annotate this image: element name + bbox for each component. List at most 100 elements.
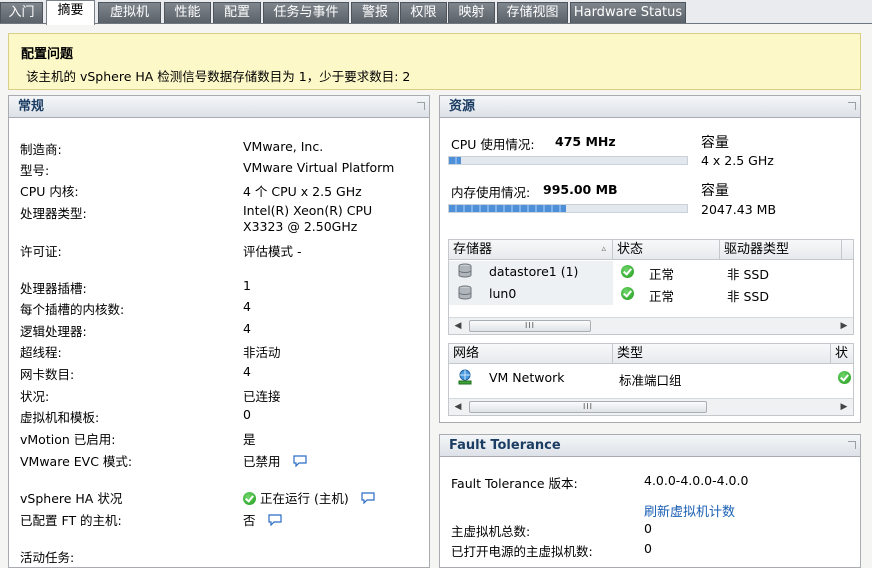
processor-type-value-line2: X3323 @ 2.50GHz: [243, 219, 358, 234]
speech-bubble-icon[interactable]: [292, 455, 307, 470]
memory-usage-bar-fill: [449, 205, 566, 212]
license-label: 许可证:: [20, 244, 62, 259]
ok-status-icon: [621, 286, 634, 301]
evc-mode-value: 已禁用: [243, 454, 281, 469]
tab-hardware-status[interactable]: Hardware Status: [570, 2, 686, 23]
sockets-value: 1: [243, 278, 251, 293]
memory-usage-label: 内存使用情况:: [451, 185, 531, 200]
ft-version-value: 4.0.0-4.0.0-4.0.0: [644, 473, 749, 488]
ha-state-value: 正在运行 (主机): [259, 491, 349, 506]
nic-count-label: 网卡数目:: [20, 367, 75, 382]
config-issue-title: 配置问题: [21, 47, 74, 62]
collapse-icon[interactable]: [417, 102, 425, 110]
logical-processors-value: 4: [243, 321, 251, 336]
speech-bubble-icon[interactable]: [267, 514, 282, 529]
collapse-icon[interactable]: [848, 102, 856, 110]
ok-status-icon: [621, 264, 634, 279]
cpu-usage-bar: [448, 156, 688, 165]
model-value: VMware Virtual Platform: [243, 160, 395, 175]
cpu-usage-bar-fill: [449, 157, 461, 164]
model-label: 型号:: [20, 163, 50, 178]
storage-column-header[interactable]: 存储器 ▵: [449, 240, 613, 260]
processor-type-label: 处理器类型:: [20, 206, 87, 221]
network-status-column-header[interactable]: 状: [831, 344, 853, 364]
network-horizontal-scrollbar[interactable]: ◀ III ▶: [449, 398, 853, 415]
storage-name: lun0: [489, 286, 517, 301]
sockets-label: 处理器插槽:: [20, 281, 87, 296]
active-tasks-label: 活动任务:: [20, 550, 75, 565]
ft-version-label: Fault Tolerance 版本:: [451, 476, 578, 491]
storage-status: 正常: [649, 289, 675, 304]
memory-usage-value: 995.00 MB: [543, 182, 618, 197]
nic-count-value: 4: [243, 364, 251, 379]
general-panel: 常规 制造商: VMware, Inc. 型号: VMware Virtual …: [8, 95, 430, 568]
scrollbar-thumb[interactable]: III: [469, 401, 707, 413]
sort-ascending-icon: ▵: [601, 244, 606, 254]
tab-summary[interactable]: 摘要: [46, 0, 95, 25]
general-panel-title: 常规: [18, 99, 45, 114]
ha-state-label: vSphere HA 状况: [20, 491, 123, 506]
tab-maps[interactable]: 映射: [448, 2, 495, 23]
cpu-usage-value: 475 MHz: [555, 134, 616, 149]
ok-status-icon: [243, 492, 256, 505]
ft-host-label: 已配置 FT 的主机:: [20, 513, 122, 528]
tab-tasks-events[interactable]: 任务与事件: [263, 2, 349, 23]
tab-getting-started[interactable]: 入门: [0, 2, 43, 23]
cores-per-socket-label: 每个插槽的内核数:: [20, 302, 125, 317]
hyperthreading-label: 超线程:: [20, 345, 62, 360]
drive-type-column-header[interactable]: 驱动器类型: [720, 240, 842, 260]
evc-mode-label: VMware EVC 模式:: [20, 454, 133, 469]
network-name: VM Network: [489, 370, 565, 385]
storage-table: 存储器 ▵ 状态 驱动器类型 datastore1 (1) 正常 非 SSD l…: [448, 239, 854, 335]
storage-drive-type: 非 SSD: [727, 289, 769, 304]
fault-tolerance-panel: Fault Tolerance Fault Tolerance 版本: 4.0.…: [439, 434, 861, 568]
refresh-vm-counts-link[interactable]: 刷新虚拟机计数: [644, 501, 735, 520]
cpu-capacity-value: 4 x 2.5 GHz: [701, 153, 774, 168]
collapse-icon[interactable]: [848, 441, 856, 449]
storage-drive-type: 非 SSD: [727, 267, 769, 282]
ft-host-row: 否: [243, 510, 282, 529]
vms-templates-label: 虚拟机和模板:: [20, 410, 100, 425]
speech-bubble-icon[interactable]: [361, 492, 375, 507]
fault-tolerance-panel-header[interactable]: Fault Tolerance: [440, 435, 860, 457]
tab-configuration[interactable]: 配置: [213, 2, 261, 23]
powered-on-primary-vms-label: 已打开电源的主虚拟机数:: [451, 544, 593, 559]
vms-templates-value: 0: [243, 407, 251, 422]
logical-processors-label: 逻辑处理器:: [20, 324, 87, 339]
cpu-usage-label: CPU 使用情况:: [451, 137, 535, 152]
network-column-header[interactable]: 网络: [449, 344, 613, 364]
datastore-icon: [458, 285, 472, 303]
tab-permissions[interactable]: 权限: [400, 2, 447, 23]
scrollbar-thumb[interactable]: III: [469, 320, 591, 332]
status-column-header[interactable]: 状态: [613, 240, 720, 260]
manufacturer-label: 制造商:: [20, 142, 62, 157]
config-issue-banner: 配置问题 该主机的 vSphere HA 检测信号数据存储数目为 1，少于要求数…: [8, 33, 861, 90]
tab-alarms[interactable]: 警报: [351, 2, 399, 23]
tab-virtual-machines[interactable]: 虚拟机: [98, 2, 161, 23]
scroll-left-icon[interactable]: ◀: [451, 319, 465, 333]
cpu-cores-label: CPU 内核:: [20, 184, 79, 199]
storage-name: datastore1 (1): [489, 264, 579, 279]
cores-per-socket-value: 4: [243, 299, 251, 314]
cpu-capacity-label: 容量: [701, 135, 729, 151]
network-type: 标准端口组: [619, 373, 682, 388]
network-icon: [457, 369, 473, 388]
general-panel-header[interactable]: 常规: [9, 96, 429, 118]
ok-status-icon: [838, 370, 851, 385]
datastore-icon: [458, 263, 472, 281]
scroll-left-icon[interactable]: ◀: [451, 400, 465, 414]
tab-bar: 入门 摘要 虚拟机 性能 配置 任务与事件 警报 权限 映射 存储视图 Hard…: [0, 0, 872, 25]
tab-performance[interactable]: 性能: [164, 2, 211, 23]
tab-storage-views[interactable]: 存储视图: [497, 2, 568, 23]
resources-panel: 资源 CPU 使用情况: 475 MHz 容量 4 x 2.5 GHz 内存使用…: [439, 95, 861, 423]
memory-capacity-value: 2047.43 MB: [701, 202, 777, 217]
scroll-right-icon[interactable]: ▶: [837, 400, 851, 414]
cpu-cores-value: 4 个 CPU x 2.5 GHz: [243, 184, 362, 199]
resources-panel-header[interactable]: 资源: [440, 96, 860, 118]
processor-type-value: Intel(R) Xeon(R) CPU: [243, 203, 373, 218]
storage-horizontal-scrollbar[interactable]: ◀ III ▶: [449, 317, 853, 334]
vmotion-label: vMotion 已启用:: [20, 432, 116, 447]
fault-tolerance-panel-title: Fault Tolerance: [449, 438, 561, 453]
type-column-header[interactable]: 类型: [613, 344, 831, 364]
scroll-right-icon[interactable]: ▶: [837, 319, 851, 333]
